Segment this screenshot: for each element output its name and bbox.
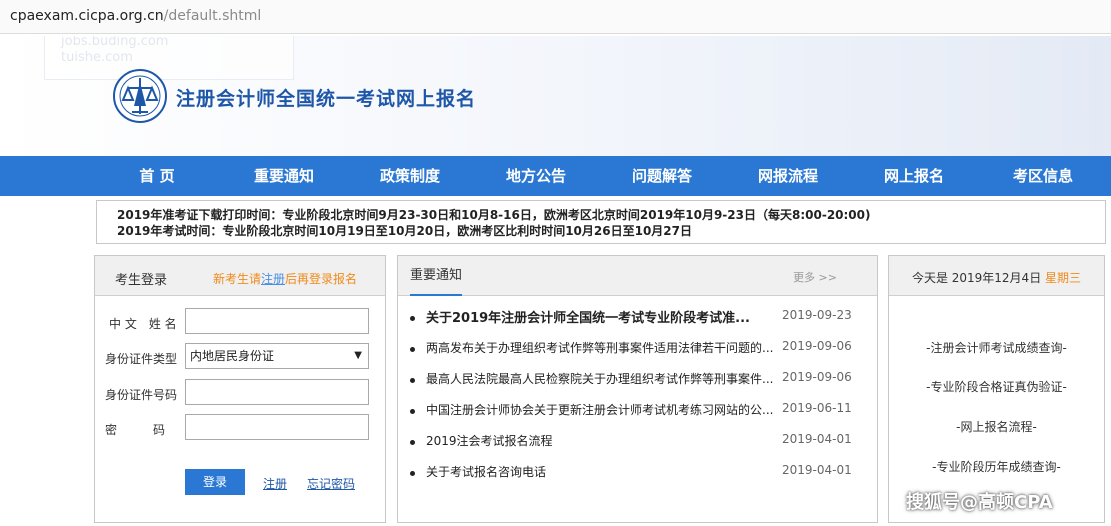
registration-process-link[interactable]: -网上报名流程- <box>889 418 1104 435</box>
password-input[interactable] <box>185 414 369 440</box>
register-link[interactable]: 注册 <box>263 475 287 492</box>
name-input[interactable] <box>185 308 369 334</box>
date-header: 今天是 2019年12月4日 星期三 <box>889 256 1104 296</box>
bullet-icon <box>410 347 415 352</box>
news-item-date: 2019-04-01 <box>782 463 852 477</box>
nav-item-exam-area-info[interactable]: 考区信息 <box>1013 156 1073 196</box>
ticker-line: 2019年考试时间：专业阶段北京时间10月19日至10月20日，欧洲考区比利时时… <box>117 224 692 238</box>
news-item-title[interactable]: 最高人民法院最高人民检察院关于办理组织考试作弊等刑事案件... <box>426 370 774 387</box>
news-item-title[interactable]: 2019注会考试报名流程 <box>426 432 774 449</box>
nav-item-local-announcements[interactable]: 地方公告 <box>506 156 566 196</box>
nav-item-online-registration[interactable]: 网上报名 <box>884 156 944 196</box>
nav-item-home[interactable]: 首 页 <box>139 156 174 196</box>
register-tip-link[interactable]: 注册 <box>261 272 285 286</box>
news-item-date: 2019-06-11 <box>782 401 852 415</box>
certificate-verify-link[interactable]: -专业阶段合格证真伪验证- <box>889 378 1104 395</box>
name-label: 中 文 姓 名 <box>109 317 177 331</box>
id-type-value: 内地居民身份证 <box>190 349 275 363</box>
today-date: 今天是 2019年12月4日 星期三 <box>889 269 1104 286</box>
news-item-date: 2019-09-06 <box>782 370 852 384</box>
id-number-label: 身份证件号码 <box>105 388 178 402</box>
news-list: 关于2019年注册会计师全国统一考试专业阶段考试准... 2019-09-23 … <box>410 308 870 498</box>
register-tip-prefix: 新考生请 <box>213 272 262 286</box>
ticker-line: 2019年准考证下载打印时间：专业阶段北京时间9月23-30日和10月8-16日… <box>117 208 871 222</box>
login-button[interactable]: 登录 <box>185 469 245 495</box>
news-item[interactable]: 关于考试报名咨询电话 2019-04-01 <box>410 463 870 498</box>
nav-item-important-notices[interactable]: 重要通知 <box>254 156 314 196</box>
news-item-date: 2019-09-06 <box>782 339 852 353</box>
bullet-icon <box>410 440 415 445</box>
news-item-title[interactable]: 关于2019年注册会计师全国统一考试专业阶段考试准... <box>426 307 774 326</box>
url-host: cpaexam.cicpa.org.cn <box>10 8 164 24</box>
site-title: 注册会计师全国统一考试网上报名 <box>176 88 477 110</box>
bullet-icon <box>410 378 415 383</box>
browser-address-bar[interactable]: cpaexam.cicpa.org.cn/default.shtml <box>0 0 1111 34</box>
site-header: jobs.buding.com tuishe.com 注册会计师全国统一考试网上… <box>0 36 1111 156</box>
sohu-watermark: 搜狐号@高顿CPA <box>906 492 1053 513</box>
id-type-label: 身份证件类型 <box>105 352 178 366</box>
today-weekday: 星期三 <box>1045 271 1082 285</box>
score-query-link[interactable]: -注册会计师考试成绩查询- <box>889 339 1104 356</box>
dropdown-arrow-icon: ▼ <box>354 350 362 361</box>
login-panel-header: 考生登录 新考生请注册后再登录报名 <box>95 256 385 296</box>
url-text[interactable]: cpaexam.cicpa.org.cn/default.shtml <box>10 8 261 24</box>
cicpa-logo-icon <box>113 69 167 123</box>
ghost-line: tuishe.com <box>61 50 133 65</box>
url-path: /default.shtml <box>163 8 262 24</box>
news-item-title[interactable]: 中国注册会计师协会关于更新注册会计师考试机考练习网站的公... <box>426 401 774 418</box>
bullet-icon <box>410 471 415 476</box>
news-more-link[interactable]: 更多 >> <box>793 269 837 285</box>
login-panel: 考生登录 新考生请注册后再登录报名 中 文 姓 名 身份证件类型 内地居民身份证… <box>94 255 386 523</box>
register-tip-suffix: 后再登录报名 <box>285 272 358 286</box>
news-item-date: 2019-09-23 <box>782 308 852 322</box>
news-panel-header: 重要通知 更多 >> <box>398 256 877 296</box>
ghost-line: jobs.buding.com <box>61 36 169 49</box>
announcement-ticker: 2019年准考证下载打印时间：专业阶段北京时间9月23-30日和10月8-16日… <box>96 200 1106 244</box>
id-number-input[interactable] <box>185 379 369 405</box>
news-item-date: 2019-04-01 <box>782 432 852 446</box>
news-title: 重要通知 <box>410 256 463 296</box>
bullet-icon <box>410 409 415 414</box>
forgot-password-link[interactable]: 忘记密码 <box>307 475 355 492</box>
bullet-icon <box>410 316 415 321</box>
quick-links-panel: 今天是 2019年12月4日 星期三 -注册会计师考试成绩查询- -专业阶段合格… <box>888 255 1105 523</box>
password-label: 密 码 <box>105 423 166 437</box>
main-nav: 首 页 重要通知 政策制度 地方公告 问题解答 网报流程 网上报名 考区信息 <box>0 156 1111 196</box>
login-title: 考生登录 <box>115 273 168 288</box>
autocomplete-ghost: jobs.buding.com tuishe.com <box>44 36 294 80</box>
news-panel: 重要通知 更多 >> 关于2019年注册会计师全国统一考试专业阶段考试准... … <box>397 255 878 523</box>
news-item-title[interactable]: 关于考试报名咨询电话 <box>426 463 774 480</box>
nav-item-policies[interactable]: 政策制度 <box>380 156 440 196</box>
id-type-select[interactable]: 内地居民身份证 ▼ <box>185 343 369 369</box>
nav-item-registration-process[interactable]: 网报流程 <box>758 156 818 196</box>
register-tip: 新考生请注册后再登录报名 <box>213 270 357 287</box>
nav-item-faq[interactable]: 问题解答 <box>632 156 692 196</box>
today-date-text: 今天是 2019年12月4日 <box>911 271 1042 285</box>
historical-scores-link[interactable]: -专业阶段历年成绩查询- <box>889 458 1104 475</box>
news-item-title[interactable]: 两高发布关于办理组织考试作弊等刑事案件适用法律若干问题的... <box>426 339 774 356</box>
